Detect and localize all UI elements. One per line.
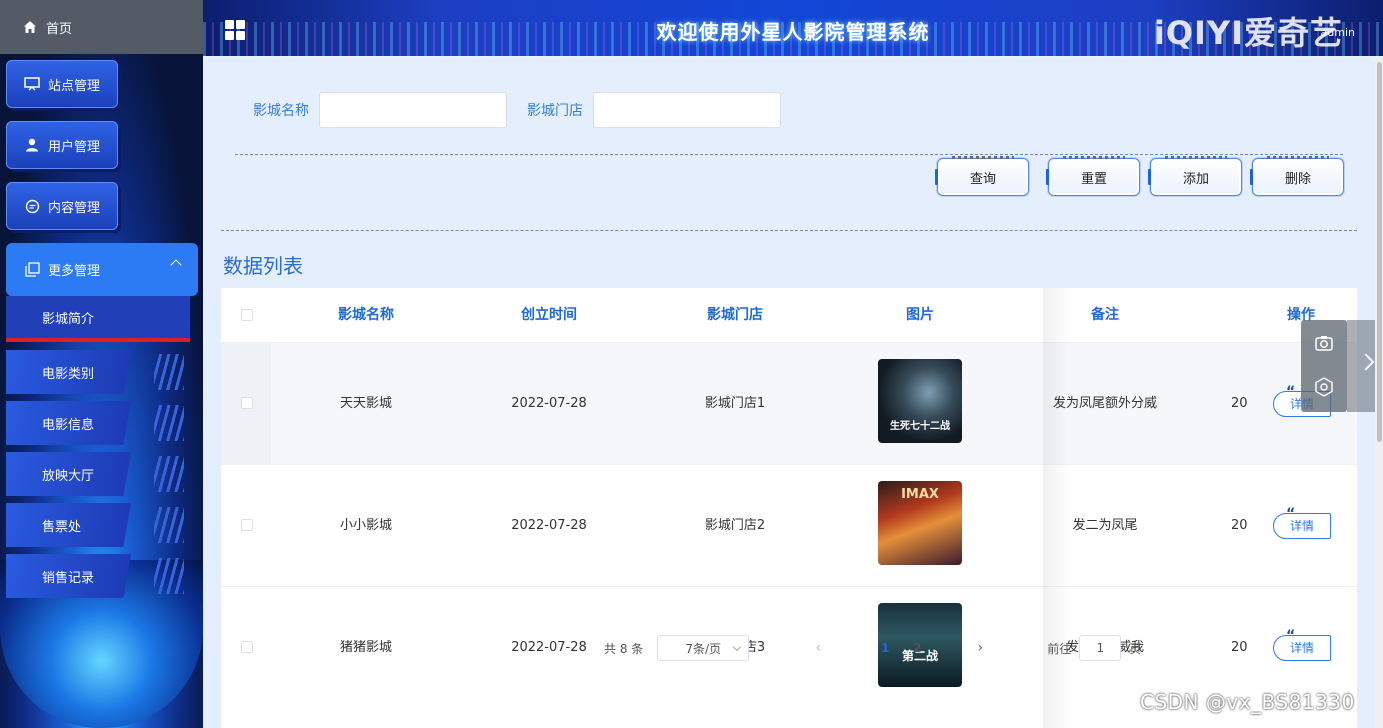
delete-button[interactable]: 删除 xyxy=(1250,156,1344,196)
scrollbar-thumb[interactable] xyxy=(1377,62,1382,442)
row-checkbox[interactable] xyxy=(241,397,253,409)
sidebar-subitem-label: 电影信息 xyxy=(42,417,95,433)
page-number-1[interactable]: 1 xyxy=(869,641,901,655)
table-header: 影城名称 创立时间 影城门店 图片 备注 操作 xyxy=(221,288,1357,342)
cinema-store-input[interactable] xyxy=(593,92,781,128)
stripe-decoration xyxy=(154,456,184,492)
poster-image[interactable]: IMAX xyxy=(878,481,962,565)
section-title: 数据列表 xyxy=(223,254,303,278)
copy-icon xyxy=(24,262,40,278)
detail-button[interactable]: 详情 xyxy=(1273,502,1331,539)
poster-caption: 生死七十二战 xyxy=(890,421,950,432)
table-row[interactable]: 小小影城 2022-07-28 影城门店2 IMAX 发二为凤尾 20 详情 xyxy=(221,464,1357,586)
sidebar: 首页 站点管理 用户管理 内容管理 更多管理 影城简介 电影类别 电影信息 放映… xyxy=(0,0,203,728)
cinema-name-label: 影城名称 xyxy=(253,103,309,119)
stripe-decoration xyxy=(154,405,184,441)
poster-caption: IMAX xyxy=(901,487,939,502)
cell-name: 猪猪影城 xyxy=(339,640,392,655)
sidebar-subitem-sales-record[interactable]: 销售记录 xyxy=(6,554,190,598)
sidebar-item-label: 更多管理 xyxy=(48,264,101,279)
chevron-down-icon xyxy=(733,642,742,652)
cinema-store-label: 影城门店 xyxy=(527,103,583,119)
cinema-name-input[interactable] xyxy=(319,92,507,128)
row-checkbox[interactable] xyxy=(241,641,253,653)
sidebar-subitem-label: 销售记录 xyxy=(42,570,95,586)
add-button[interactable]: 添加 xyxy=(1148,156,1242,196)
page-size-select[interactable]: 7条/页 xyxy=(657,635,750,661)
poster-image[interactable]: 生死七十二战 xyxy=(878,359,962,443)
floating-toolbar xyxy=(1301,320,1347,412)
camera-icon[interactable] xyxy=(1314,333,1334,353)
sidebar-subitem-movie-info[interactable]: 电影信息 xyxy=(6,401,190,445)
column-header: 影城门店 xyxy=(707,307,763,323)
main-content: 影城名称 影城门店 查询 重置 添加 删除 数据列表 影城名称 创立时间 影城门… xyxy=(203,58,1375,728)
brand-logo: iQIYI爱奇艺 xyxy=(1153,14,1343,52)
column-header: 图片 xyxy=(906,307,934,323)
sidebar-item-users[interactable]: 用户管理 xyxy=(6,121,118,169)
column-header: 影城名称 xyxy=(338,307,394,323)
cell-date: 2022-07-28 xyxy=(511,396,587,411)
watermark: CSDN @vx_BS81330 xyxy=(1140,690,1355,714)
sidebar-item-label: 站点管理 xyxy=(48,78,101,94)
goto-label: 前往 xyxy=(1047,641,1072,656)
stripe-decoration xyxy=(154,558,184,594)
search-form: 影城名称 影城门店 xyxy=(253,92,801,128)
column-header: 创立时间 xyxy=(521,307,577,323)
sidebar-item-label: 用户管理 xyxy=(48,139,101,155)
home-icon xyxy=(22,19,38,35)
cell-name: 小小影城 xyxy=(339,518,392,533)
settings-icon[interactable] xyxy=(1314,377,1334,397)
sidebar-subitem-label: 售票处 xyxy=(42,519,82,535)
reset-button[interactable]: 重置 xyxy=(1046,156,1140,196)
cell-store: 影城门店2 xyxy=(704,518,766,533)
sidebar-subitem-label: 放映大厅 xyxy=(42,468,95,484)
monitor-icon xyxy=(24,76,40,92)
sidebar-item-content[interactable]: 内容管理 xyxy=(6,182,118,230)
detail-button[interactable]: 详情 xyxy=(1273,624,1331,661)
cell-date: 2022-07-28 xyxy=(511,518,587,533)
cell-remark: 发为凤尾额外分威 xyxy=(1052,396,1157,411)
scrollbar[interactable] xyxy=(1376,58,1383,728)
sidebar-subitem-movie-category[interactable]: 电影类别 xyxy=(6,350,190,394)
stripe-decoration xyxy=(154,507,184,543)
next-page-icon[interactable]: › xyxy=(969,640,991,656)
chevron-up-icon xyxy=(170,259,182,271)
table-row[interactable]: 天天影城 2022-07-28 影城门店1 生死七十二战 发为凤尾额外分威 20… xyxy=(221,342,1357,464)
sidebar-subitem-screening-hall[interactable]: 放映大厅 xyxy=(6,452,190,496)
sidebar-subitem-cinema-intro[interactable]: 影城简介 xyxy=(6,296,190,342)
sidebar-item-home[interactable]: 首页 xyxy=(0,0,203,54)
cell-truncated: 20 xyxy=(1231,396,1248,411)
sidebar-item-more[interactable]: 更多管理 xyxy=(6,243,198,296)
query-button[interactable]: 查询 xyxy=(935,156,1029,196)
sidebar-subitem-label: 影城简介 xyxy=(42,311,95,327)
page-suffix: 页 xyxy=(1129,641,1142,656)
prev-page-icon[interactable]: ‹ xyxy=(807,640,829,656)
top-header: 欢迎使用外星人影院管理系统 iQIYI爱奇艺 admin xyxy=(203,0,1383,56)
pagination: 共 8 条 7条/页 ‹ 1 2 › 前往 1 页 xyxy=(604,634,1141,662)
divider xyxy=(235,154,1343,155)
stripe-decoration xyxy=(154,354,184,390)
page-number-2[interactable]: 2 xyxy=(901,641,933,655)
cell-name: 天天影城 xyxy=(339,396,392,411)
pagination-total: 共 8 条 xyxy=(604,641,644,656)
cell-store: 影城门店1 xyxy=(704,396,766,411)
cell-date: 2022-07-28 xyxy=(511,640,587,655)
data-table: 影城名称 创立时间 影城门店 图片 备注 操作 天天影城 2022-07-28 … xyxy=(221,288,1357,728)
row-checkbox[interactable] xyxy=(241,519,253,531)
sidebar-item-site[interactable]: 站点管理 xyxy=(6,60,118,108)
user-name[interactable]: admin xyxy=(1321,26,1355,39)
goto-page-input[interactable]: 1 xyxy=(1079,635,1122,661)
cell-truncated: 20 xyxy=(1231,518,1248,533)
sidebar-subitem-label: 电影类别 xyxy=(42,366,95,382)
sidebar-item-label: 内容管理 xyxy=(48,200,101,216)
divider xyxy=(221,230,1357,231)
chat-icon xyxy=(24,198,40,214)
column-header: 备注 xyxy=(1091,307,1119,323)
sidebar-item-label: 首页 xyxy=(46,21,73,37)
cell-remark: 发二为凤尾 xyxy=(1072,518,1138,533)
user-icon xyxy=(24,137,40,153)
sidebar-subitem-ticket-office[interactable]: 售票处 xyxy=(6,503,190,547)
select-all-checkbox[interactable] xyxy=(241,309,253,321)
page-size-value: 7条/页 xyxy=(685,641,722,656)
